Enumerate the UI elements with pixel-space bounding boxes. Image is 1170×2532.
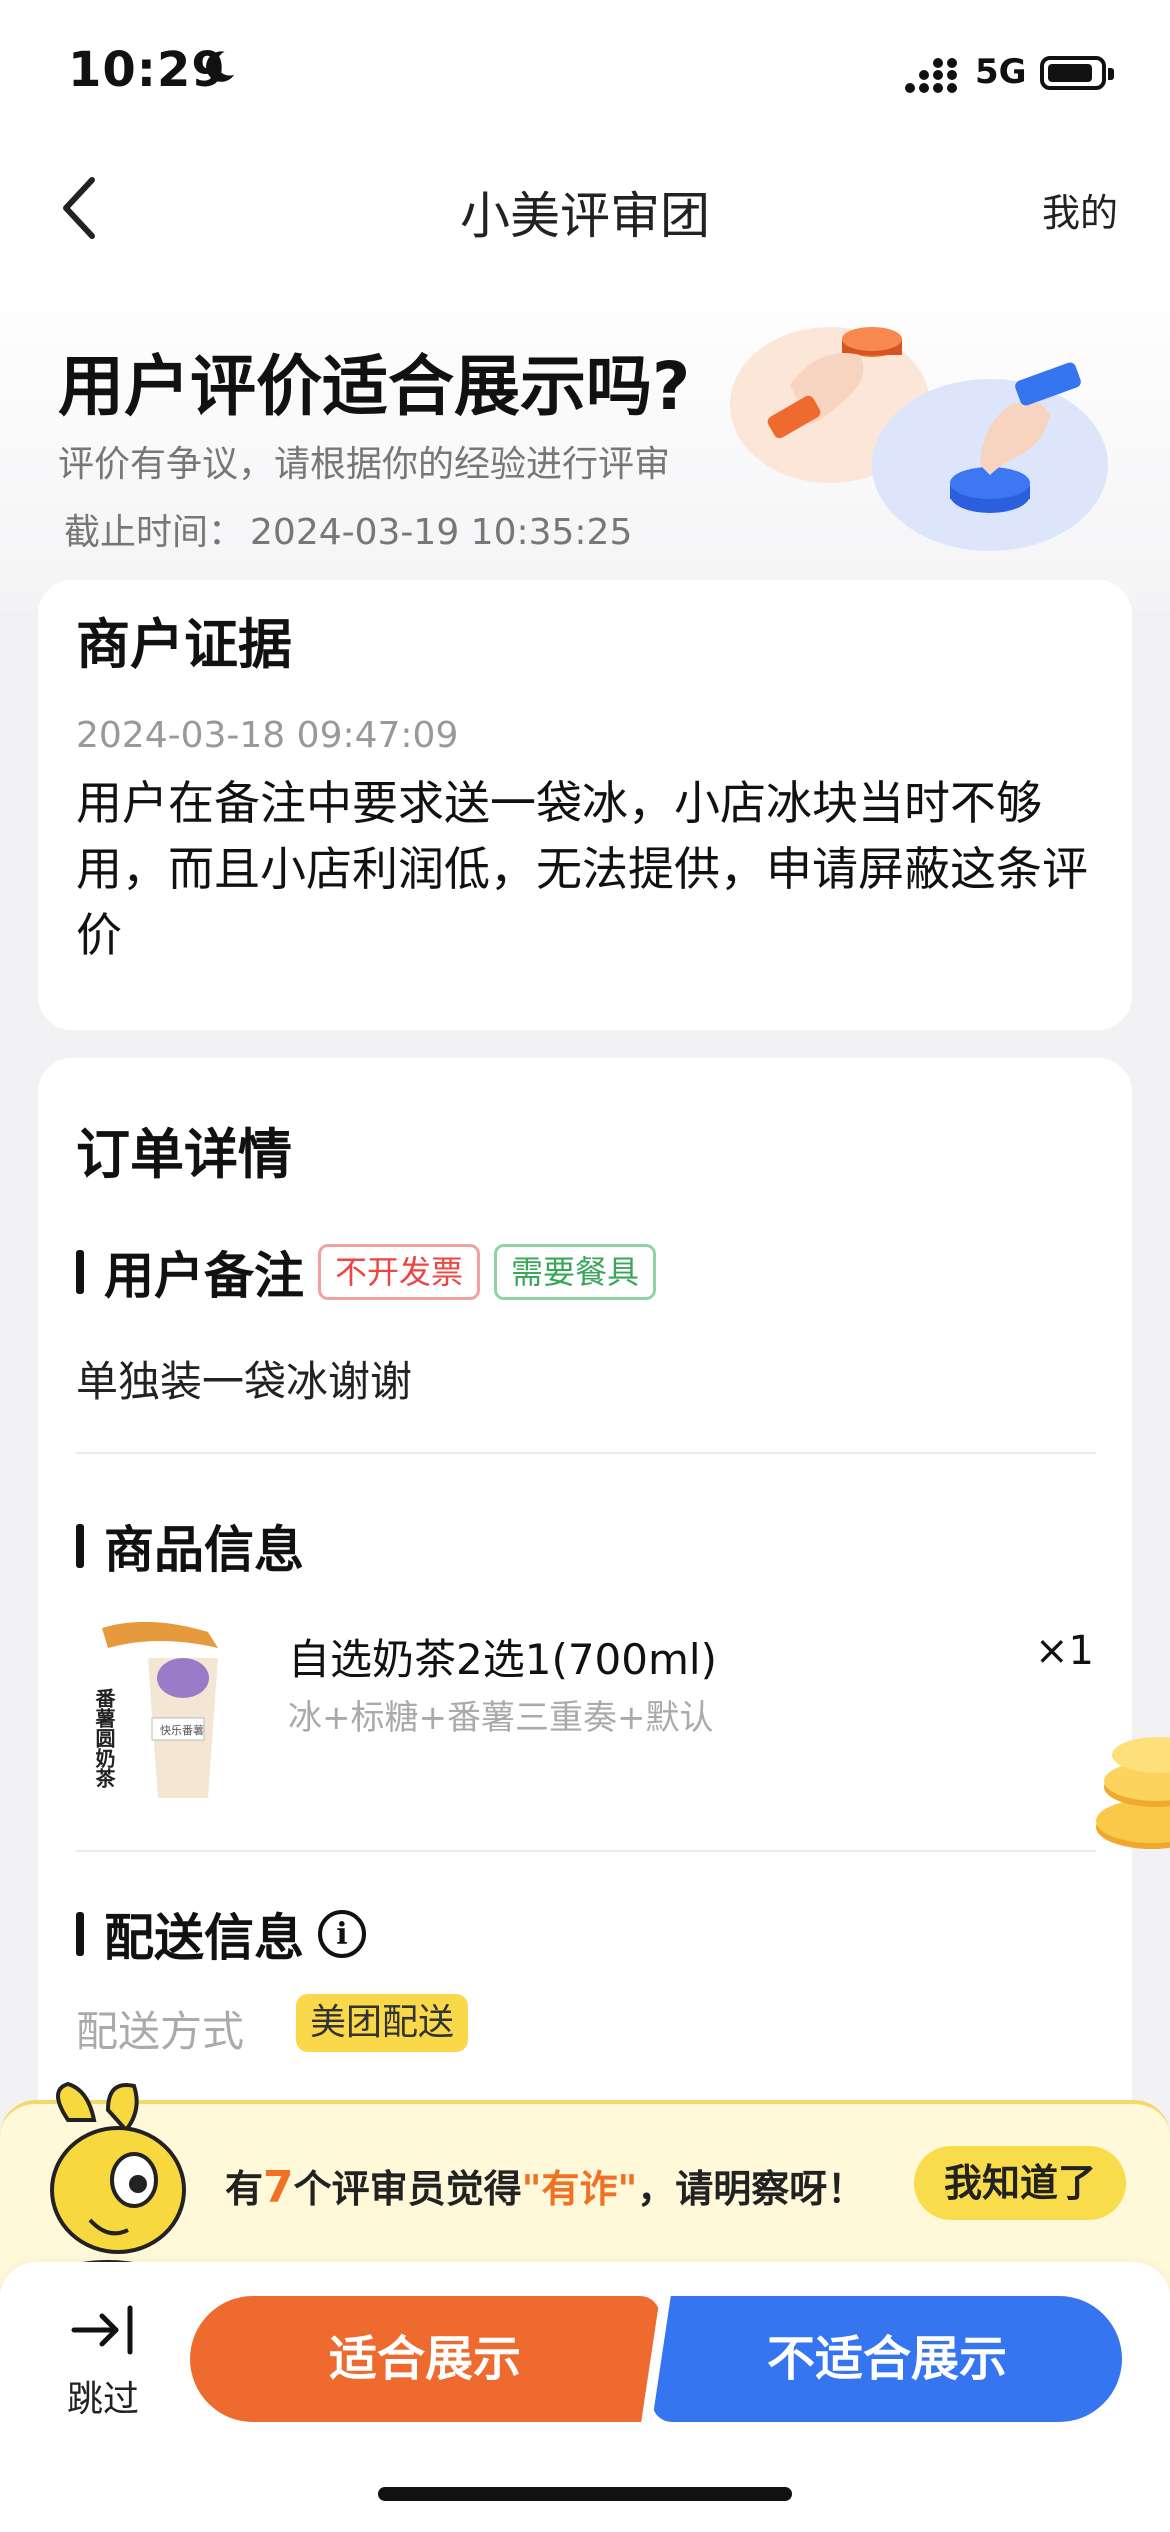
product-quantity: ×1 [1035,1628,1094,1674]
signal-icon [905,58,957,93]
delivery-info-label: 配送信息 [104,1909,304,1967]
skip-label: 跳过 [66,2379,139,2420]
delivery-method-badge: 美团配送 [296,1994,469,2052]
review-subtitle: 评价有争议，请根据你的经验进行评审 [58,444,671,485]
product-image-brand: 快乐番薯 [160,1724,204,1737]
merchant-evidence-heading: 商户证据 [76,613,292,676]
deadline-value: 2024-03-19 10:35:25 [250,512,633,553]
network-type: 5G [975,52,1027,92]
notice-quote: "有诈" [521,2167,638,2211]
battery-icon [1040,56,1114,90]
product-options: 冰+标糖+番薯三重奏+默认 [288,1698,714,1738]
home-indicator[interactable] [378,2487,792,2501]
review-header: 用户评价适合展示吗? 评价有争议，请根据你的经验进行评审 截止时间： 2024-0… [0,265,1170,610]
evidence-text: 用户在备注中要求送一袋冰，小店冰块当时不够用，而且小店利润低，无法提供，申请屏蔽… [76,776,1088,962]
deadline-label: 截止时间： [64,512,245,553]
product-name: 自选奶茶2选1(700ml) [288,1635,717,1684]
notice-middle: 个评审员觉得 [293,2167,522,2211]
evidence-date: 2024-03-18 09:47:09 [76,715,459,756]
status-bar: 10:29 5G [0,0,1170,150]
notice-text: 有7个评审员觉得"有诈"，请明察呀！ [225,2158,865,2213]
got-it-button[interactable]: 我知道了 [914,2146,1126,2220]
product-image-text: 番薯圆奶茶 [92,1688,116,1788]
my-link[interactable]: 我的 [1042,182,1118,237]
notice-suffix: ，请明察呀！ [637,2167,866,2211]
delivery-method-label: 配送方式 [76,2007,245,2056]
order-details-heading: 订单详情 [76,1123,292,1186]
nav-bar: 小美评审团 我的 [0,150,1170,265]
suitable-to-display-button[interactable]: 适合展示 [190,2296,660,2422]
no-invoice-tag: 不开发票 [318,1244,481,1300]
review-question: 用户评价适合展示吗? [58,348,691,425]
deadline: 截止时间： 2024-03-19 10:35:25 [58,503,632,555]
not-suitable-to-display-button[interactable]: 不适合展示 [652,2296,1122,2422]
notice-prefix: 有 [225,2167,264,2211]
section-marker [76,1912,84,1956]
page-title: 小美评审团 [460,187,710,245]
product-image: 快乐番薯 番薯圆奶茶 [88,1618,268,1808]
merchant-evidence-card: 商户证据 2024-03-18 09:47:09 用户在备注中要求送一袋冰，小店… [38,580,1132,1030]
need-utensils-tag: 需要餐具 [494,1244,657,1300]
section-marker [76,1250,84,1294]
product-info-label: 商品信息 [104,1521,304,1579]
delivery-info-section-title: 配送信息 i [76,1898,366,1970]
divider [76,1850,1096,1852]
moon-icon [206,51,235,82]
user-note-label: 用户备注 [104,1247,304,1305]
user-note-section-title: 用户备注 不开发票 需要餐具 [76,1236,657,1308]
order-details-card: 订单详情 用户备注 不开发票 需要餐具 单独装一袋冰谢谢 商品信息 快乐番薯 番… [38,1058,1132,2158]
section-marker [76,1524,84,1568]
vote-hands-illustration [730,327,1108,551]
info-icon[interactable]: i [318,1910,366,1958]
user-note-text: 单独装一袋冰谢谢 [76,1357,413,1406]
coins-icon[interactable] [1092,1735,1170,1855]
skip-arrow-icon [71,2305,133,2355]
product-info-section-title: 商品信息 [76,1510,304,1582]
reviewer-count: 7 [263,2162,294,2213]
divider [76,1452,1096,1454]
skip-button[interactable]: 跳过 [58,2300,148,2422]
